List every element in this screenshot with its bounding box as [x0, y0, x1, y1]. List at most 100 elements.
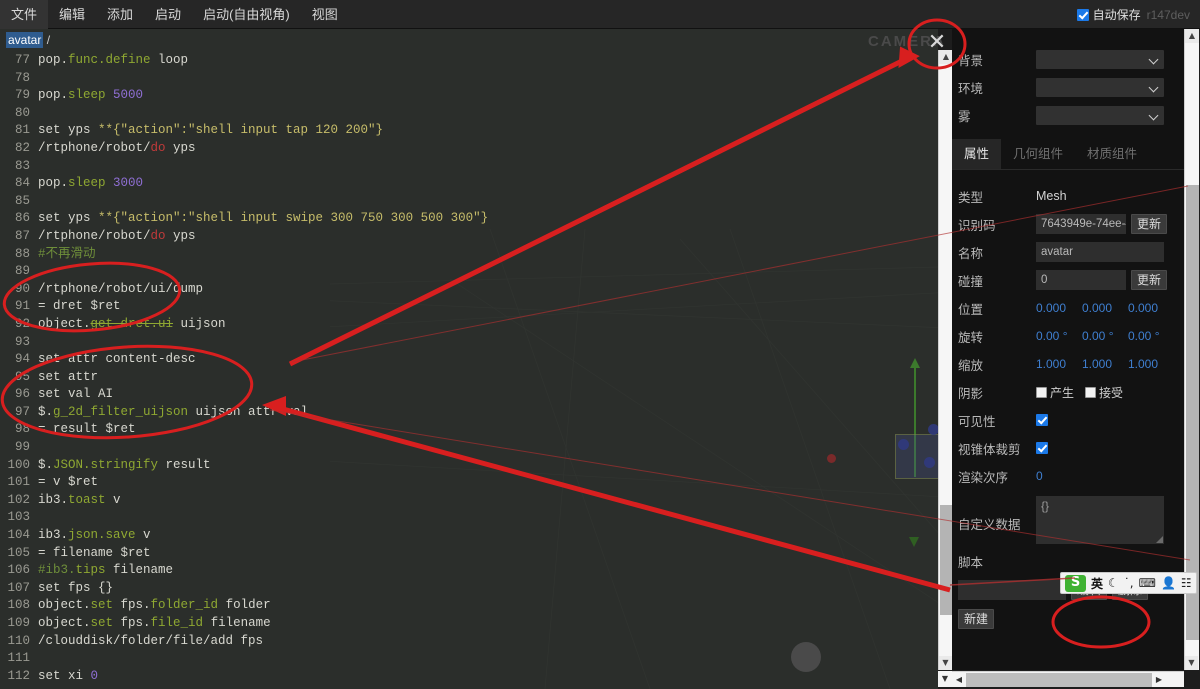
- hscroll-left-arrow[interactable]: ◀: [952, 672, 966, 687]
- code-line[interactable]: 83: [4, 158, 938, 176]
- custom-data-textarea[interactable]: {}: [1036, 496, 1164, 544]
- code-line[interactable]: 103: [4, 509, 938, 527]
- code-line[interactable]: 107 set fps {}: [4, 580, 938, 598]
- code-line[interactable]: 94 set attr content-desc: [4, 351, 938, 369]
- code-line[interactable]: 99: [4, 439, 938, 457]
- rotation-y[interactable]: 0.00 °: [1082, 329, 1124, 343]
- visible-checkbox[interactable]: [1036, 414, 1048, 426]
- moon-icon[interactable]: ☾: [1108, 576, 1119, 590]
- shadow-receive-checkbox[interactable]: [1085, 386, 1097, 398]
- menu-file[interactable]: 文件: [0, 0, 49, 29]
- rotation-z[interactable]: 0.00 °: [1128, 329, 1170, 343]
- scale-x[interactable]: 1.000: [1036, 357, 1078, 371]
- tab-geometry[interactable]: 几何组件: [1001, 139, 1075, 169]
- rotation-values[interactable]: 0.00 ° 0.00 ° 0.00 °: [1036, 329, 1170, 343]
- name-field[interactable]: avatar: [1036, 242, 1164, 262]
- hscroll-thumb[interactable]: [966, 673, 1152, 687]
- panel-horizontal-scrollbar[interactable]: ◀ ▶: [952, 671, 1184, 687]
- fog-select[interactable]: [1036, 105, 1164, 125]
- ime-mode-label[interactable]: 英: [1091, 575, 1103, 592]
- render-order-value[interactable]: 0: [1036, 469, 1043, 483]
- position-y[interactable]: 0.000: [1082, 301, 1124, 315]
- sogou-logo-icon[interactable]: S: [1065, 574, 1086, 592]
- code-line[interactable]: 84 pop.sleep 3000: [4, 175, 938, 193]
- tab-material[interactable]: 材质组件: [1075, 139, 1149, 169]
- code-line[interactable]: 91 = dret $ret: [4, 298, 938, 316]
- code-line[interactable]: 109 object.set fps.file_id filename: [4, 615, 938, 633]
- code-line[interactable]: 85: [4, 193, 938, 211]
- corner-scroll-arrow[interactable]: ▼: [938, 671, 952, 687]
- ime-toolbar[interactable]: S 英 ☾ ˙, ⌨ 👤 ☷: [1060, 572, 1197, 594]
- code-lines[interactable]: 77 pop.func.define loop 78 79 pop.sleep 5000…: [0, 52, 938, 685]
- panel-scroll-up-arrow[interactable]: ▲: [1185, 29, 1199, 43]
- code-line[interactable]: 112 set xi 0: [4, 668, 938, 686]
- code-line[interactable]: 90/rtphone/robot/ui/dump: [4, 281, 938, 299]
- collision-update-button[interactable]: 更新: [1131, 270, 1168, 290]
- code-line[interactable]: 96 set val AI: [4, 386, 938, 404]
- code-editor-panel[interactable]: avatar / 77 pop.func.define loop 78 79 pop.s…: [0, 29, 938, 689]
- autosave-toggle[interactable]: 自动保存: [1076, 6, 1141, 23]
- menu-edit[interactable]: 编辑: [48, 0, 96, 29]
- background-select[interactable]: [1036, 49, 1164, 69]
- uuid-update-button[interactable]: 更新: [1131, 214, 1168, 234]
- line-number: 96: [14, 387, 30, 402]
- code-line[interactable]: 105 = filename $ret: [4, 545, 938, 563]
- code-line[interactable]: 93: [4, 334, 938, 352]
- code-line[interactable]: 80: [4, 105, 938, 123]
- code-line[interactable]: 101 = v $ret: [4, 474, 938, 492]
- position-x[interactable]: 0.000: [1036, 301, 1078, 315]
- code-token: set: [90, 598, 114, 613]
- keyboard-icon[interactable]: ⌨: [1139, 576, 1156, 590]
- menu-add[interactable]: 添加: [96, 0, 144, 29]
- autosave-checkbox[interactable]: [1076, 8, 1089, 21]
- position-z[interactable]: 0.000: [1128, 301, 1170, 315]
- code-line[interactable]: 97 $.g_2d_filter_uijson uijson attr val: [4, 404, 938, 422]
- code-token: set val AI: [38, 387, 114, 402]
- uuid-field[interactable]: 7643949e-74ee-4: [1036, 214, 1126, 234]
- tab-attributes[interactable]: 属性: [952, 139, 1002, 169]
- code-line[interactable]: 81 set yps **{"action":"shell input tap 1…: [4, 122, 938, 140]
- menu-view[interactable]: 视图: [301, 0, 349, 29]
- position-values[interactable]: 0.000 0.000 0.000: [1036, 301, 1170, 315]
- script-field[interactable]: [958, 580, 1066, 600]
- code-line[interactable]: 87/rtphone/robot/do yps: [4, 228, 938, 246]
- editor-vertical-scrollbar[interactable]: ▲ ▼: [938, 50, 953, 670]
- menu-play[interactable]: 启动: [144, 0, 192, 29]
- code-line[interactable]: 108 object.set fps.folder_id folder: [4, 597, 938, 615]
- rotation-x[interactable]: 0.00 °: [1036, 329, 1078, 343]
- collision-field[interactable]: 0: [1036, 270, 1126, 290]
- shadow-cast-checkbox[interactable]: [1036, 386, 1047, 398]
- frustum-checkbox[interactable]: [1036, 442, 1048, 454]
- menu-play-free[interactable]: 启动(自由视角): [192, 0, 301, 29]
- breadcrumb-current[interactable]: avatar: [6, 32, 44, 48]
- code-line[interactable]: 98 = result $ret: [4, 421, 938, 439]
- code-line[interactable]: 88 #不再滑动: [4, 246, 938, 264]
- script-new-button[interactable]: 新建: [958, 609, 995, 629]
- panel-scroll-down-arrow[interactable]: ▼: [1185, 656, 1198, 670]
- code-line[interactable]: 78: [4, 70, 938, 88]
- code-line[interactable]: 104 ib3.json.save v: [4, 527, 938, 545]
- scroll-down-arrow[interactable]: ▼: [939, 656, 952, 670]
- code-line[interactable]: 77 pop.func.define loop: [4, 52, 938, 70]
- scale-values[interactable]: 1.000 1.000 1.000: [1036, 357, 1170, 371]
- code-line[interactable]: 110/clouddisk/folder/file/add fps: [4, 633, 938, 651]
- code-line[interactable]: 82/rtphone/robot/do yps: [4, 140, 938, 158]
- code-line[interactable]: 86 set yps **{"action":"shell input swipe…: [4, 210, 938, 228]
- code-line[interactable]: 106 #ib3.tips filename: [4, 562, 938, 580]
- scroll-up-arrow[interactable]: ▲: [939, 50, 953, 64]
- code-line[interactable]: 95 set attr: [4, 369, 938, 387]
- code-line[interactable]: 89: [4, 263, 938, 281]
- toolbox-icon[interactable]: ☷: [1181, 576, 1192, 590]
- code-line[interactable]: 79 pop.sleep 5000: [4, 87, 938, 105]
- code-line[interactable]: 100 $.JSON.stringify result: [4, 457, 938, 475]
- scale-z[interactable]: 1.000: [1128, 357, 1170, 371]
- hscroll-right-arrow[interactable]: ▶: [1152, 672, 1166, 687]
- punctuation-icon[interactable]: ˙,: [1124, 576, 1134, 590]
- code-line[interactable]: 92 object.get dret.ui uijson: [4, 316, 938, 334]
- code-line[interactable]: 102 ib3.toast v: [4, 492, 938, 510]
- scale-y[interactable]: 1.000: [1082, 357, 1124, 371]
- corner-scroll-box[interactable]: ▼: [938, 671, 952, 687]
- person-icon[interactable]: 👤: [1161, 576, 1176, 590]
- environment-select[interactable]: [1036, 77, 1164, 97]
- code-line[interactable]: 111: [4, 650, 938, 668]
